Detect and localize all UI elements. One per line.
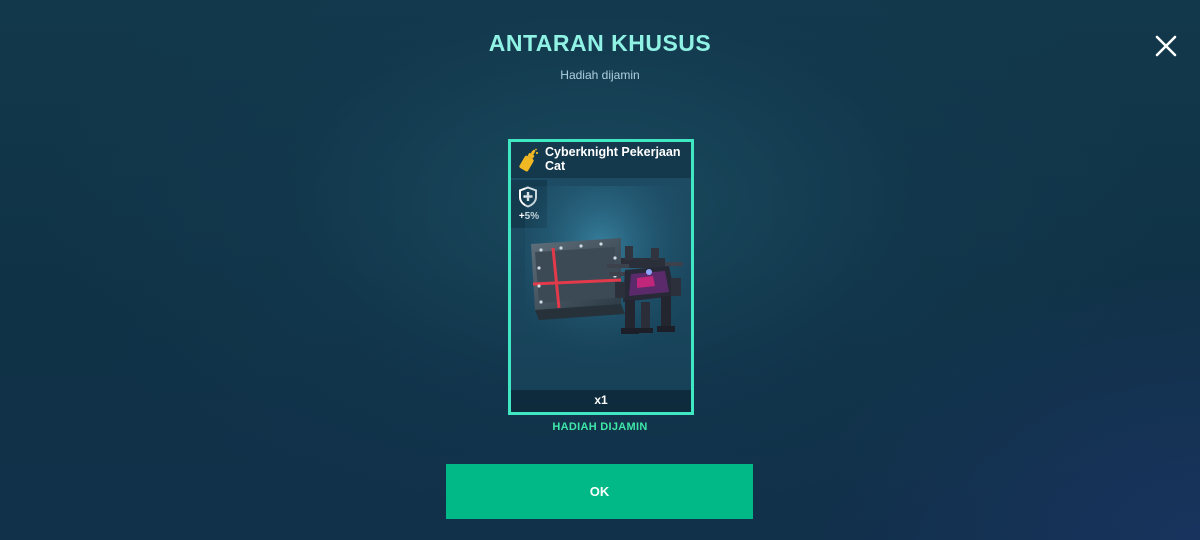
ok-button[interactable]: OK bbox=[446, 464, 753, 519]
card-header: Cyberknight Pekerjaan Cat bbox=[511, 142, 691, 178]
close-icon bbox=[1155, 35, 1177, 57]
reward-screen: ANTARAN KHUSUS Hadiah dijamin Cyberknigh… bbox=[0, 0, 1200, 540]
robot-paint-artwork bbox=[525, 186, 691, 376]
guaranteed-reward-label: HADIAH DIJAMIN bbox=[552, 421, 648, 433]
close-button[interactable] bbox=[1150, 30, 1182, 62]
card-footer: x1 bbox=[511, 390, 691, 412]
item-name: Cyberknight Pekerjaan Cat bbox=[545, 145, 681, 173]
item-quantity: x1 bbox=[594, 393, 608, 407]
screen-title: ANTARAN KHUSUS bbox=[488, 30, 712, 56]
paint-spray-icon bbox=[519, 148, 539, 172]
reward-card[interactable]: Cyberknight Pekerjaan Cat +5% bbox=[508, 139, 694, 415]
screen-subtitle: Hadiah dijamin bbox=[560, 68, 640, 82]
